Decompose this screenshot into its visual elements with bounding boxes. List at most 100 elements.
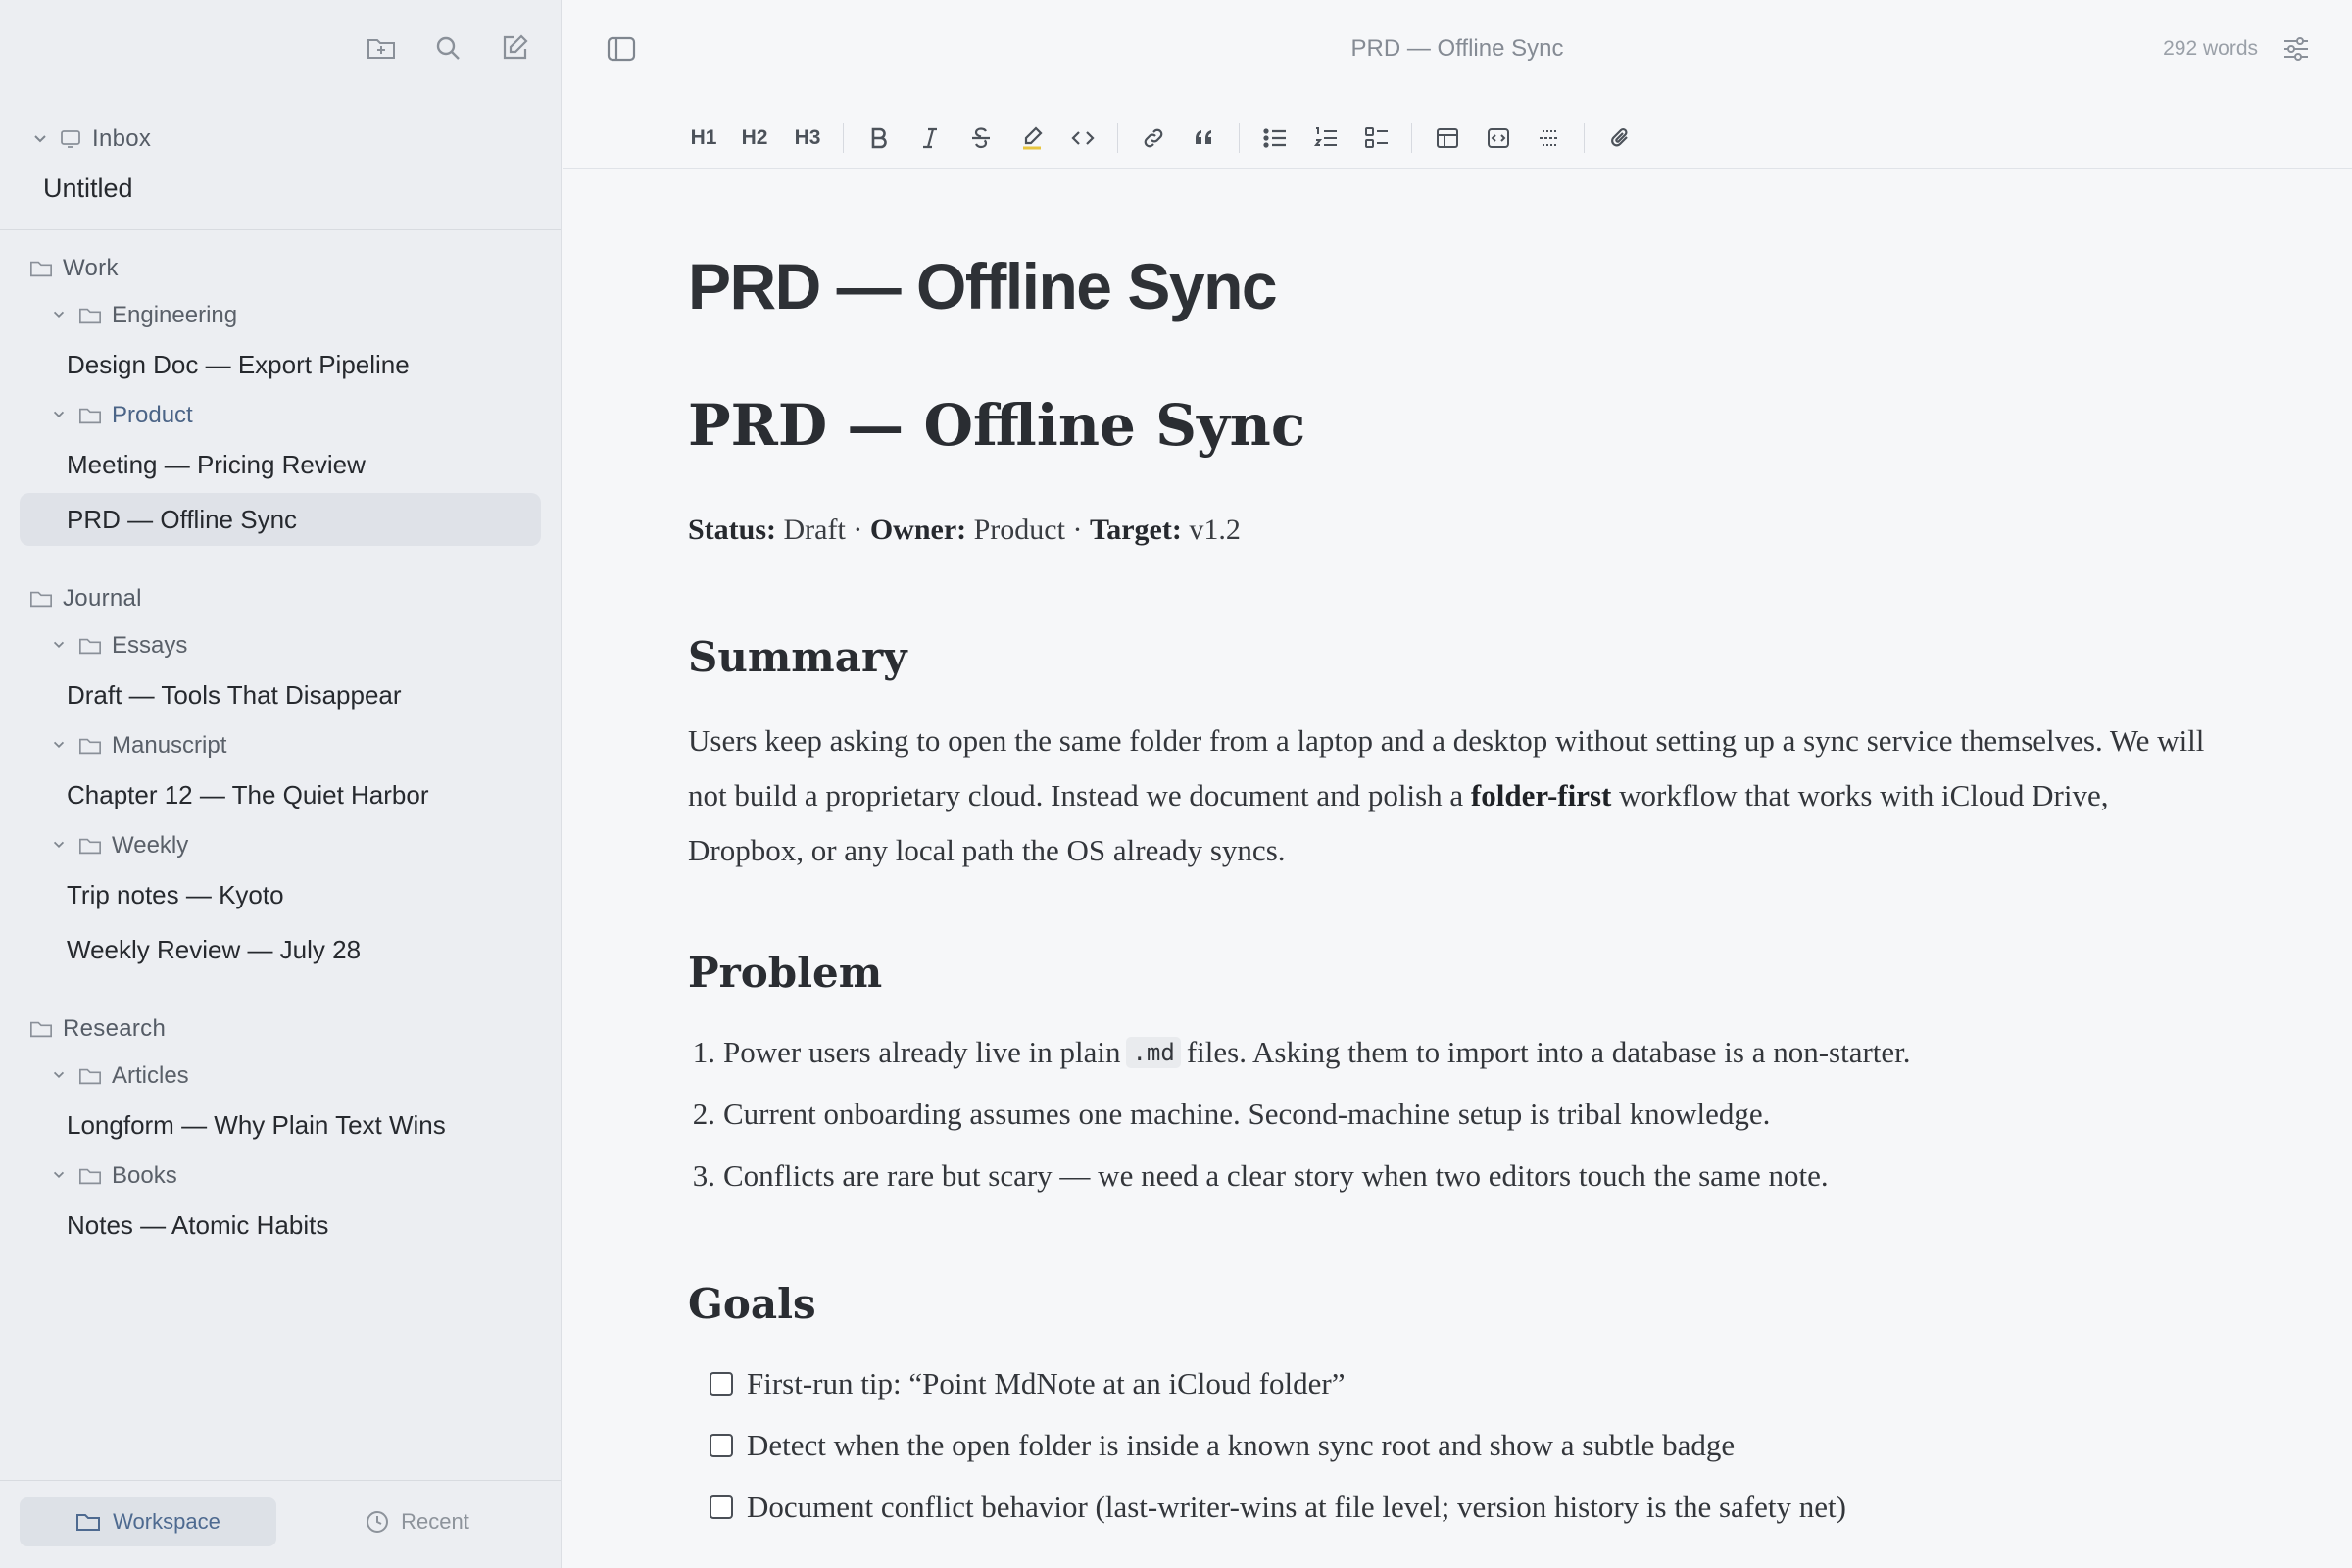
code-icon[interactable] [1066, 122, 1100, 155]
folder-articles[interactable]: Articles [51, 1056, 189, 1096]
folder-weekly[interactable]: Weekly [51, 826, 188, 865]
checklist-item: First-run tip: “Point MdNote at an iClou… [686, 1366, 1345, 1401]
chevron-down-icon [51, 407, 69, 424]
note-item[interactable]: Untitled [43, 169, 133, 208]
document-h1: PRD — Offline Sync [688, 392, 1306, 459]
list-number: 1. [692, 1035, 715, 1069]
inbox-header[interactable]: Inbox [31, 120, 151, 159]
list-item: 1. Power users already live in plain .md… [664, 1035, 1911, 1070]
chevron-down-icon [51, 637, 69, 655]
list-number: 2. [692, 1097, 715, 1131]
new-note-icon[interactable] [498, 31, 531, 65]
bold-icon[interactable] [862, 122, 896, 155]
note-item[interactable]: Notes — Atomic Habits [67, 1205, 328, 1245]
list-item: 3. Conflicts are rare but scary — we nee… [664, 1158, 1829, 1194]
strikethrough-icon[interactable] [964, 122, 998, 155]
inline-code: .md [1126, 1037, 1181, 1068]
checklist-item: Document conflict behavior (last-writer-… [686, 1490, 1846, 1525]
checkbox[interactable] [710, 1434, 733, 1457]
list-text: files. Asking them to import into a data… [1186, 1035, 1911, 1069]
section-label: Work [63, 255, 119, 281]
checklist-icon[interactable] [1360, 122, 1394, 155]
folder-icon [78, 635, 102, 657]
note-item[interactable]: Chapter 12 — The Quiet Harbor [67, 775, 428, 814]
checklist-item: Detect when the open folder is inside a … [686, 1428, 1735, 1463]
divider-icon[interactable] [1533, 122, 1566, 155]
section-journal[interactable]: Journal [29, 579, 142, 618]
attachment-icon[interactable] [1603, 122, 1637, 155]
chevron-down-icon [51, 307, 69, 324]
list-text: Current onboarding assumes one machine. … [723, 1097, 1771, 1131]
chevron-down-icon [51, 737, 69, 755]
chevron-down-icon [51, 1167, 69, 1185]
toolbar-divider [1411, 123, 1412, 153]
folder-icon [78, 1165, 102, 1187]
toolbar-divider [1239, 123, 1240, 153]
folder-icon [78, 305, 102, 326]
folder-icon [78, 835, 102, 857]
folder-manuscript[interactable]: Manuscript [51, 726, 226, 765]
folder-essays[interactable]: Essays [51, 626, 187, 665]
summary-heading: Summary [688, 633, 907, 681]
folder-label: Product [112, 402, 193, 428]
folder-engineering[interactable]: Engineering [51, 296, 237, 335]
sliders-icon[interactable] [2281, 35, 2311, 68]
list-number: 3. [692, 1158, 715, 1193]
checklist-text: Document conflict behavior (last-writer-… [747, 1490, 1846, 1524]
title-bar: PRD — Offline Sync 292 words [563, 0, 2352, 102]
document-meta: Status: Draft · Owner: Product · Target:… [688, 514, 1241, 547]
heading3-button[interactable]: H3 [790, 122, 825, 155]
checkbox[interactable] [710, 1372, 733, 1396]
tab-recent[interactable]: Recent [294, 1497, 541, 1546]
checklist-text: Detect when the open folder is inside a … [747, 1428, 1736, 1462]
summary-paragraph: Users keep asking to open the same folde… [688, 713, 2217, 878]
folder-label: Manuscript [112, 732, 227, 759]
inbox-label: Inbox [92, 125, 152, 152]
toolbar-divider [1584, 123, 1585, 153]
chevron-down-icon [31, 130, 49, 148]
note-item[interactable]: Meeting — Pricing Review [67, 445, 366, 484]
toolbar-divider [1117, 123, 1118, 153]
folder-label: Essays [112, 632, 188, 659]
italic-icon[interactable] [913, 122, 947, 155]
numbered-list-icon[interactable] [1309, 122, 1343, 155]
owner-value: Product [973, 514, 1065, 546]
heading1-button[interactable]: H1 [686, 122, 721, 155]
code-block-icon[interactable] [1482, 122, 1515, 155]
tab-label: Workspace [113, 1509, 220, 1534]
search-icon[interactable] [431, 31, 465, 65]
note-item-selected[interactable]: PRD — Offline Sync [67, 500, 297, 539]
target-value: v1.2 [1189, 514, 1241, 546]
owner-label: Owner: [869, 514, 967, 546]
link-icon[interactable] [1137, 122, 1170, 155]
note-item[interactable]: Design Doc — Export Pipeline [67, 345, 410, 384]
note-item[interactable]: Longform — Why Plain Text Wins [67, 1105, 446, 1145]
target-label: Target: [1089, 514, 1182, 546]
note-item[interactable]: Weekly Review — July 28 [67, 930, 361, 969]
note-item[interactable]: Trip notes — Kyoto [67, 875, 284, 914]
table-icon[interactable] [1431, 122, 1464, 155]
folder-label: Weekly [112, 832, 189, 858]
list-text: Power users already live in plain [723, 1035, 1121, 1069]
tab-workspace[interactable]: Workspace [20, 1497, 276, 1546]
note-item[interactable]: Draft — Tools That Disappear [67, 675, 402, 714]
folder-books[interactable]: Books [51, 1156, 177, 1196]
list-item: 2. Current onboarding assumes one machin… [664, 1097, 1771, 1132]
clock-icon [366, 1510, 389, 1534]
sidebar-toolbar [365, 31, 531, 65]
heading2-button[interactable]: H2 [737, 122, 772, 155]
bullet-list-icon[interactable] [1258, 122, 1292, 155]
sidebar-tabs: Workspace Recent [0, 1480, 561, 1568]
folder-icon [29, 1018, 53, 1040]
new-folder-icon[interactable] [365, 31, 398, 65]
toolbar-divider [843, 123, 844, 153]
section-work[interactable]: Work [29, 249, 119, 288]
folder-icon [78, 735, 102, 757]
highlight-icon[interactable] [1015, 122, 1049, 155]
list-text: Conflicts are rare but scary — we need a… [723, 1158, 1829, 1193]
section-research[interactable]: Research [29, 1009, 166, 1049]
folder-label: Engineering [112, 302, 238, 328]
quote-icon[interactable] [1188, 122, 1221, 155]
folder-product[interactable]: Product [51, 396, 193, 435]
checkbox[interactable] [710, 1495, 733, 1519]
